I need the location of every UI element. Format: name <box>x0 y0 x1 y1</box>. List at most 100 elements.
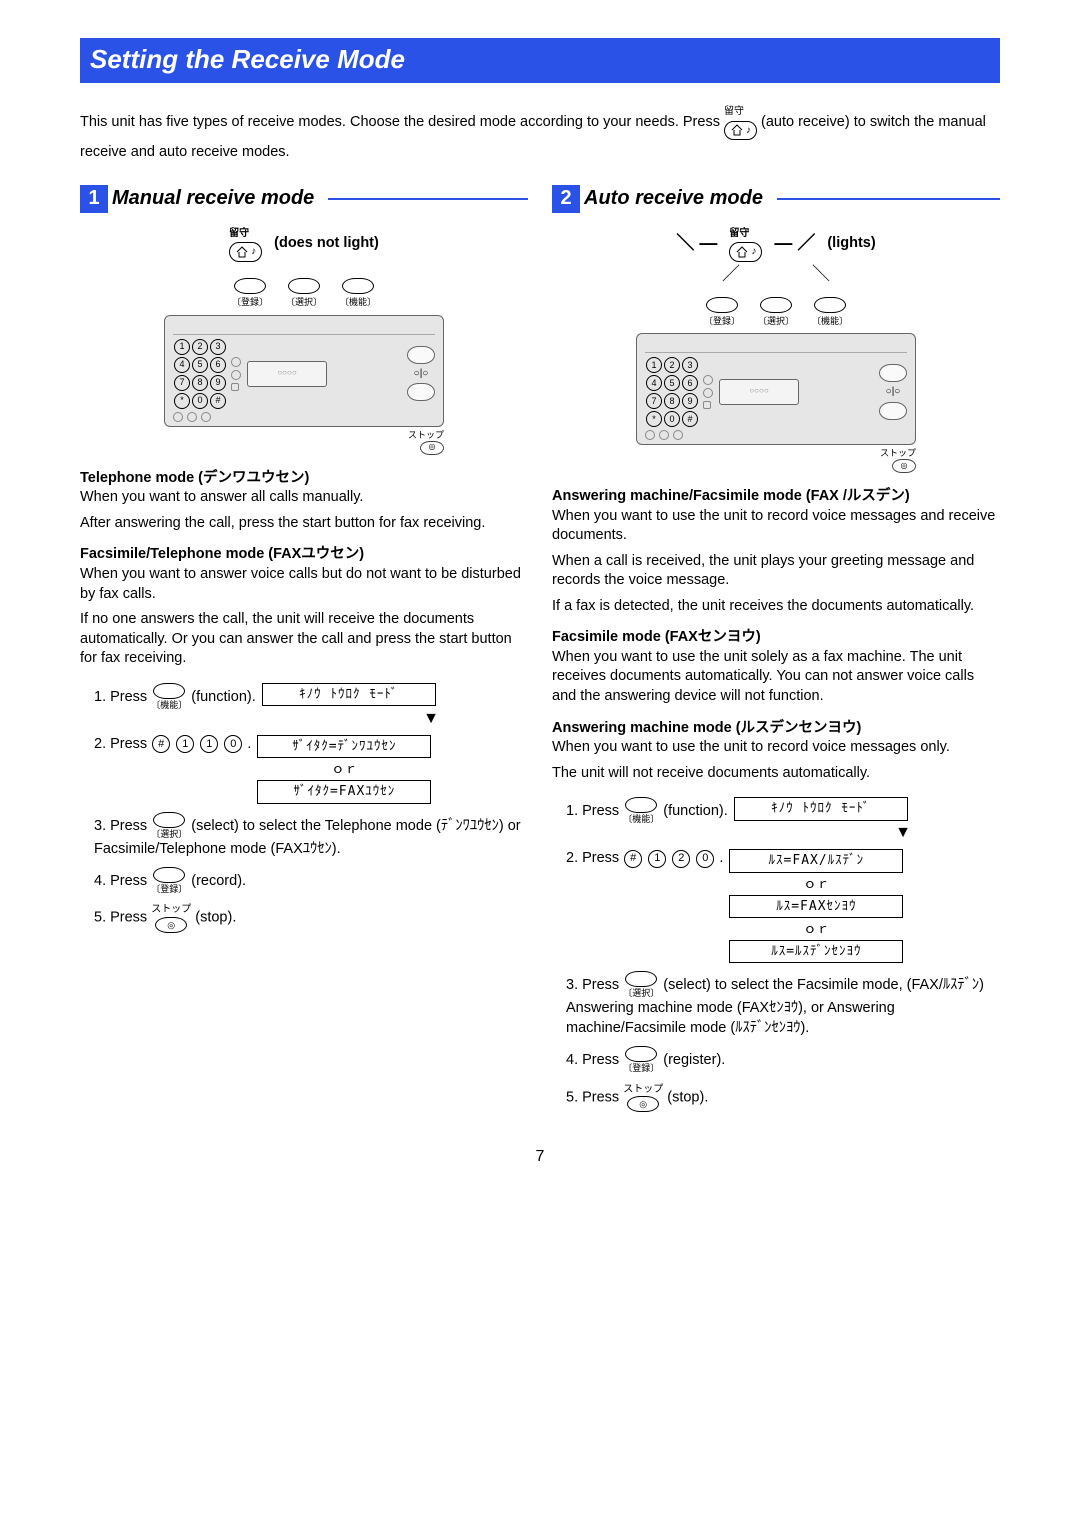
intro-paragraph: This unit has five types of receive mode… <box>80 101 1000 162</box>
keypad-icon: 123 456 789 *0# <box>173 339 225 409</box>
document-page: Setting the Receive Mode This unit has f… <box>40 0 1040 1188</box>
telephone-mode-text-b: After answering the call, press the star… <box>80 514 528 534</box>
left-steps: 1. Press 〔機能〕 (function). ｷﾉｳ ﾄｳﾛｸ ﾓｰﾄﾞ … <box>80 683 528 933</box>
select-button-icon <box>288 278 320 294</box>
down-arrow-icon: ▼ <box>806 825 1000 841</box>
am-mode-text-a: When you want to use the unit to record … <box>552 738 1000 758</box>
digit-1-icon: 1 <box>200 735 218 753</box>
left-step-5: 5. Press ストップ◎ (stop). <box>94 903 528 933</box>
left-step-2: 2. Press # 1 1 0 . ｻﾞｲﾀｸ=ﾃﾞﾝﾜﾕｳｾﾝ ｏｒ ｻﾞｲ… <box>94 735 528 804</box>
button-row: 〔登録〕 〔選択〕 〔機能〕 <box>232 278 376 308</box>
divider-line <box>328 198 528 200</box>
lcd-display: ｷﾉｳ ﾄｳﾛｸ ﾓｰﾄﾞ <box>734 797 908 821</box>
am-fax-mode-heading: Answering machine/Facsimile mode (FAX /ル… <box>552 487 1000 507</box>
keypad-icon: 123 456 789 *0# <box>645 357 697 427</box>
or-label: ｏｒ <box>729 918 903 940</box>
am-fax-text-b: When a call is received, the unit plays … <box>552 552 1000 591</box>
select-button-icon <box>760 297 792 313</box>
lcd-display: ﾙｽ=FAXｾﾝﾖｳ <box>729 895 903 919</box>
function-button-icon <box>814 297 846 313</box>
register-key-icon: 〔登録〕 <box>151 867 187 895</box>
section-number-1: 1 <box>80 185 108 213</box>
fax-tel-mode-text-b: If no one answers the call, the unit wil… <box>80 610 528 669</box>
right-steps: 1. Press 〔機能〕 (function). ｷﾉｳ ﾄｳﾛｸ ﾓｰﾄﾞ … <box>552 797 1000 1112</box>
lcd-display-icon: ○○○○ <box>247 361 327 387</box>
fax-tel-mode-text-a: When you want to answer voice calls but … <box>80 565 528 604</box>
page-title-bar: Setting the Receive Mode <box>80 38 1000 83</box>
intro-text-a: This unit has five types of receive mode… <box>80 114 724 130</box>
stop-button-icon <box>407 383 435 401</box>
left-column: 1 Manual receive mode 留守 ♪ (does not lig… <box>80 185 528 1121</box>
left-step-4: 4. Press 〔登録〕 (record). <box>94 867 528 895</box>
section-1-title: Manual receive mode <box>112 185 314 212</box>
lcd-display: ﾙｽ=ﾙｽﾃﾞﾝｾﾝﾖｳ <box>729 940 903 964</box>
auto-receive-lit-icon: 留守 ♪ <box>729 223 762 265</box>
page-title: Setting the Receive Mode <box>90 44 405 74</box>
left-step-1: 1. Press 〔機能〕 (function). ｷﾉｳ ﾄｳﾛｸ ﾓｰﾄﾞ … <box>94 683 528 727</box>
right-step-1: 1. Press 〔機能〕 (function). ｷﾉｳ ﾄｳﾛｸ ﾓｰﾄﾞ … <box>566 797 1000 841</box>
register-key-icon: 〔登録〕 <box>623 1046 659 1074</box>
status-row: ＼ ― 留守 ♪ ― ／ (lights) <box>676 223 875 265</box>
select-key-icon: 〔選択〕 <box>623 971 659 999</box>
auto-receive-icon: 留守 ♪ <box>229 223 262 265</box>
section-1-header: 1 Manual receive mode <box>80 185 528 213</box>
digit-0-icon: 0 <box>224 735 242 753</box>
lcd-display: ｻﾞｲﾀｸ=ﾃﾞﾝﾜﾕｳｾﾝ <box>257 735 431 759</box>
radiate-left-icon: ＼ ― <box>676 231 717 255</box>
am-mode-heading: Answering machine mode (ルスデンセンヨウ) <box>552 719 1000 739</box>
fax-tel-mode-heading: Facsimile/Telephone mode (FAXユウセン) <box>80 545 528 565</box>
function-button-icon <box>342 278 374 294</box>
right-step-3: 3. Press 〔選択〕 (select) to select the Fac… <box>566 971 1000 1038</box>
rusu-label: 留守 <box>724 106 744 117</box>
start-button-icon <box>407 346 435 364</box>
digit-2-icon: 2 <box>672 850 690 868</box>
down-arrow-icon: ▼ <box>334 711 528 727</box>
auto-receive-icon: 留守 ♪ <box>724 101 757 143</box>
device-illustration-auto: ＼ ― 留守 ♪ ― ／ (lights) ／ ＼ <box>552 223 1000 473</box>
page-number: 7 <box>80 1146 1000 1168</box>
lcd-display: ｻﾞｲﾀｸ=FAXﾕｳｾﾝ <box>257 780 431 804</box>
right-column: 2 Auto receive mode ＼ ― 留守 ♪ <box>552 185 1000 1121</box>
hash-key-icon: # <box>152 735 170 753</box>
lcd-display: ﾙｽ=FAX/ﾙｽﾃﾞﾝ <box>729 849 903 873</box>
telephone-mode-text-a: When you want to answer all calls manual… <box>80 488 528 508</box>
right-step-2: 2. Press # 1 2 0 . ﾙｽ=FAX/ﾙｽﾃﾞﾝ ｏｒ ﾙｽ=FA… <box>566 849 1000 963</box>
device-panel: 123 456 789 *0# ○○○○ <box>164 315 444 427</box>
function-key-icon: 〔機能〕 <box>151 683 187 711</box>
or-label: ｏｒ <box>257 758 431 780</box>
right-step-5: 5. Press ストップ◎ (stop). <box>566 1083 1000 1113</box>
status-row: 留守 ♪ (does not light) <box>229 223 379 265</box>
device-panel: 123 456 789 *0# ○○○○ <box>636 333 916 445</box>
left-step-3: 3. Press 〔選択〕 (select) to select the Tel… <box>94 812 528 860</box>
function-key-icon: 〔機能〕 <box>623 797 659 825</box>
person-icon: ♪ <box>746 124 751 138</box>
stop-key-icon: ストップ◎ <box>623 1083 663 1113</box>
am-fax-text-c: If a fax is detected, the unit receives … <box>552 597 1000 617</box>
radiate-right-icon: ― ／ <box>774 231 815 255</box>
divider-line <box>777 198 1000 200</box>
lcd-display: ｷﾉｳ ﾄｳﾛｸ ﾓｰﾄﾞ <box>262 683 436 707</box>
digit-1-icon: 1 <box>648 850 666 868</box>
start-button-icon <box>879 364 907 382</box>
house-icon <box>730 124 744 136</box>
section-2-header: 2 Auto receive mode <box>552 185 1000 213</box>
section-2-title: Auto receive mode <box>584 185 763 212</box>
register-button-icon <box>234 278 266 294</box>
stop-key-icon: ストップ◎ <box>151 903 191 933</box>
telephone-mode-heading: Telephone mode (デンワユウセン) <box>80 469 528 489</box>
digit-0-icon: 0 <box>696 850 714 868</box>
hash-key-icon: # <box>624 850 642 868</box>
device-illustration-manual: 留守 ♪ (does not light) 〔登録〕 〔選択〕 〔機能〕 <box>80 223 528 455</box>
right-step-4: 4. Press 〔登録〕 (register). <box>566 1046 1000 1074</box>
radiate-bottom-icon: ／ ＼ <box>722 262 830 286</box>
fax-mode-text: When you want to use the unit solely as … <box>552 648 1000 707</box>
digit-1-icon: 1 <box>176 735 194 753</box>
two-column-layout: 1 Manual receive mode 留守 ♪ (does not lig… <box>80 185 1000 1121</box>
does-not-light-note: (does not light) <box>274 234 379 254</box>
register-button-icon <box>706 297 738 313</box>
lcd-display-icon: ○○○○ <box>719 379 799 405</box>
am-fax-text-a: When you want to use the unit to record … <box>552 507 1000 546</box>
section-number-2: 2 <box>552 185 580 213</box>
lights-note: (lights) <box>827 234 875 254</box>
fax-mode-heading: Facsimile mode (FAXセンヨウ) <box>552 628 1000 648</box>
